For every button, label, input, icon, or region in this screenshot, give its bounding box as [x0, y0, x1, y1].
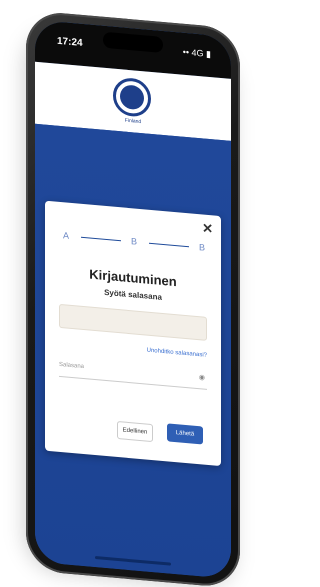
lion-emblem-icon	[120, 84, 144, 111]
step-2: B	[130, 236, 137, 247]
password-field[interactable]: Salasana ◉	[59, 357, 207, 390]
step-1: A	[62, 230, 69, 241]
forgot-password-link[interactable]: Unohditko salasanasi?	[147, 348, 207, 359]
login-dialog: ✕ A B B Kirjautuminen Syötä salasana Uno…	[45, 200, 221, 467]
phone-screen: 17:24 •• 4G ▮ Finland ✕ A B B Kirjautumi…	[35, 19, 231, 579]
step-3: B	[198, 242, 205, 253]
back-button[interactable]: Edellinen	[117, 420, 153, 443]
camera-notch	[103, 31, 163, 53]
status-time: 17:24	[57, 35, 83, 49]
password-placeholder: Salasana	[59, 361, 85, 371]
step-connector-1	[81, 236, 121, 242]
username-field[interactable]	[59, 303, 207, 341]
step-connector-2	[149, 242, 189, 248]
stage: 17:24 •• 4G ▮ Finland ✕ A B B Kirjautumi…	[0, 0, 264, 587]
status-icons: •• 4G ▮	[182, 46, 211, 60]
progress-stepper: A B B	[59, 228, 207, 257]
coat-of-arms-logo	[113, 76, 151, 118]
eye-icon[interactable]: ◉	[199, 373, 205, 382]
close-icon[interactable]: ✕	[202, 220, 213, 237]
submit-button[interactable]: Lähetä	[167, 423, 203, 445]
phone-frame: 17:24 •• 4G ▮ Finland ✕ A B B Kirjautumi…	[26, 10, 240, 587]
